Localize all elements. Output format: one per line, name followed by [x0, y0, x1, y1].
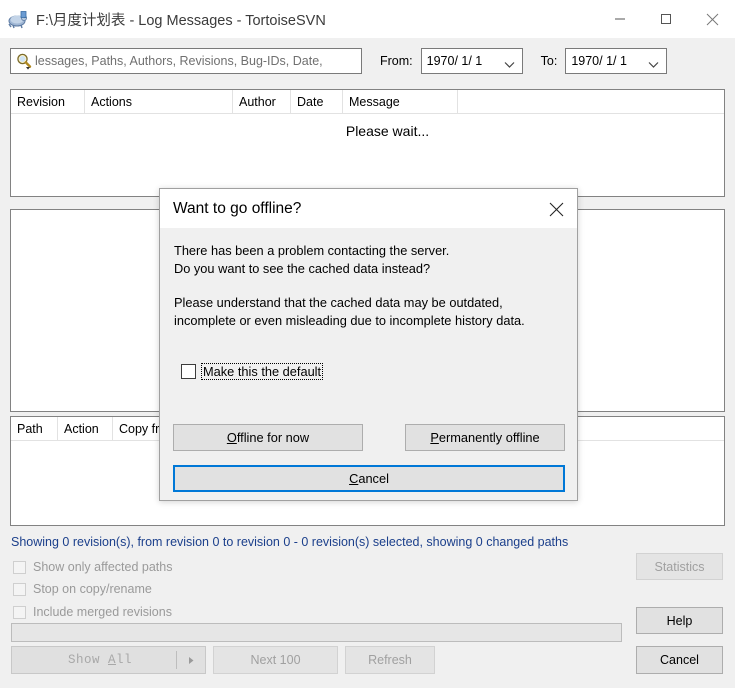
- checkbox-box[interactable]: [13, 560, 26, 574]
- chevron-down-icon[interactable]: [648, 57, 659, 68]
- search-icon[interactable]: [11, 49, 36, 73]
- dialog-header: Want to go offline?: [160, 189, 577, 228]
- chevron-right-icon[interactable]: [177, 656, 205, 665]
- permanently-offline-accel: P: [430, 430, 439, 445]
- dialog-cancel-accel: C: [349, 471, 359, 486]
- show-all-label: Show All: [12, 653, 176, 667]
- close-icon[interactable]: [689, 0, 735, 38]
- maximize-icon[interactable]: [643, 0, 689, 38]
- to-date-combo[interactable]: 1970/ 1/ 1: [565, 47, 668, 74]
- next-100-button[interactable]: Next 100: [213, 646, 338, 674]
- checkbox-label: Show only affected paths: [33, 560, 173, 574]
- close-icon[interactable]: [543, 197, 569, 221]
- dialog-paragraph-2: Please understand that the cached data m…: [174, 295, 525, 328]
- dialog-body: There has been a problem contacting the …: [160, 228, 577, 380]
- from-label: From:: [380, 53, 413, 68]
- column-header-date[interactable]: Date: [291, 90, 343, 113]
- minimize-icon[interactable]: [597, 0, 643, 38]
- to-date-value: 1970/ 1/ 1: [571, 53, 627, 68]
- checkbox-box[interactable]: [181, 364, 196, 379]
- search-input[interactable]: lessages, Paths, Authors, Revisions, Bug…: [10, 47, 362, 74]
- window-title: F:\月度计划表 - Log Messages - TortoiseSVN: [36, 12, 326, 29]
- dialog-paragraph-1: There has been a problem contacting the …: [174, 243, 450, 276]
- column-header-author[interactable]: Author: [233, 90, 291, 113]
- search-placeholder-text: lessages, Paths, Authors, Revisions, Bug…: [35, 53, 323, 68]
- dialog-cancel-label: ancel: [358, 471, 389, 486]
- checkbox-box[interactable]: [13, 605, 26, 619]
- log-messages-list[interactable]: Revision Actions Author Date Message Ple…: [10, 89, 725, 197]
- from-date-combo[interactable]: 1970/ 1/ 1: [420, 47, 523, 74]
- dialog-title: Want to go offline?: [173, 199, 302, 217]
- column-header-action[interactable]: Action: [58, 417, 113, 440]
- loading-text: Please wait...: [345, 123, 430, 139]
- column-header-path[interactable]: Path: [11, 417, 58, 440]
- to-label: To:: [540, 53, 558, 68]
- show-all-button[interactable]: Show All: [11, 646, 206, 674]
- status-summary: Showing 0 revision(s), from revision 0 t…: [11, 535, 569, 549]
- progress-bar: [11, 623, 622, 642]
- checkbox-include-merged-revisions[interactable]: Include merged revisions: [13, 605, 172, 619]
- column-header-filler: [458, 90, 724, 113]
- tortoisesvn-icon: [7, 9, 29, 29]
- from-date-value: 1970/ 1/ 1: [426, 53, 483, 68]
- chevron-down-icon[interactable]: [504, 57, 515, 68]
- filter-toolbar: lessages, Paths, Authors, Revisions, Bug…: [0, 38, 735, 83]
- checkbox-label: Include merged revisions: [33, 605, 172, 619]
- checkbox-make-default[interactable]: Make this the default: [181, 363, 563, 380]
- help-button[interactable]: Help: [636, 607, 723, 634]
- cancel-button[interactable]: Cancel: [636, 646, 723, 674]
- permanently-offline-button[interactable]: Permanently offline: [405, 424, 565, 451]
- checkbox-box[interactable]: [13, 582, 26, 596]
- show-all-text-suffix: ll: [116, 653, 133, 667]
- offline-for-now-label: ffline for now: [236, 430, 310, 445]
- show-all-text-prefix: Show: [67, 653, 108, 667]
- column-header-actions[interactable]: Actions: [85, 90, 233, 113]
- title-bar: F:\月度计划表 - Log Messages - TortoiseSVN: [0, 0, 735, 38]
- dialog-cancel-button[interactable]: Cancel: [173, 465, 565, 492]
- checkbox-stop-on-copy-rename[interactable]: Stop on copy/rename: [13, 582, 152, 596]
- offline-for-now-accel: O: [226, 430, 237, 445]
- checkbox-label: Stop on copy/rename: [33, 582, 152, 596]
- window-controls: [597, 0, 735, 38]
- permanently-offline-label: ermanently offline: [438, 430, 540, 445]
- checkbox-label: Make this the default: [201, 363, 324, 380]
- show-all-accel: A: [107, 653, 116, 667]
- checkbox-show-only-affected-paths[interactable]: Show only affected paths: [13, 560, 172, 574]
- go-offline-dialog: Want to go offline? There has been a pro…: [159, 188, 578, 501]
- column-header-revision[interactable]: Revision: [11, 90, 85, 113]
- offline-for-now-button[interactable]: Offline for now: [173, 424, 363, 451]
- column-header-message[interactable]: Message: [343, 90, 458, 113]
- log-list-header: Revision Actions Author Date Message: [11, 90, 724, 114]
- refresh-button[interactable]: Refresh: [345, 646, 435, 674]
- statistics-button[interactable]: Statistics: [636, 553, 723, 580]
